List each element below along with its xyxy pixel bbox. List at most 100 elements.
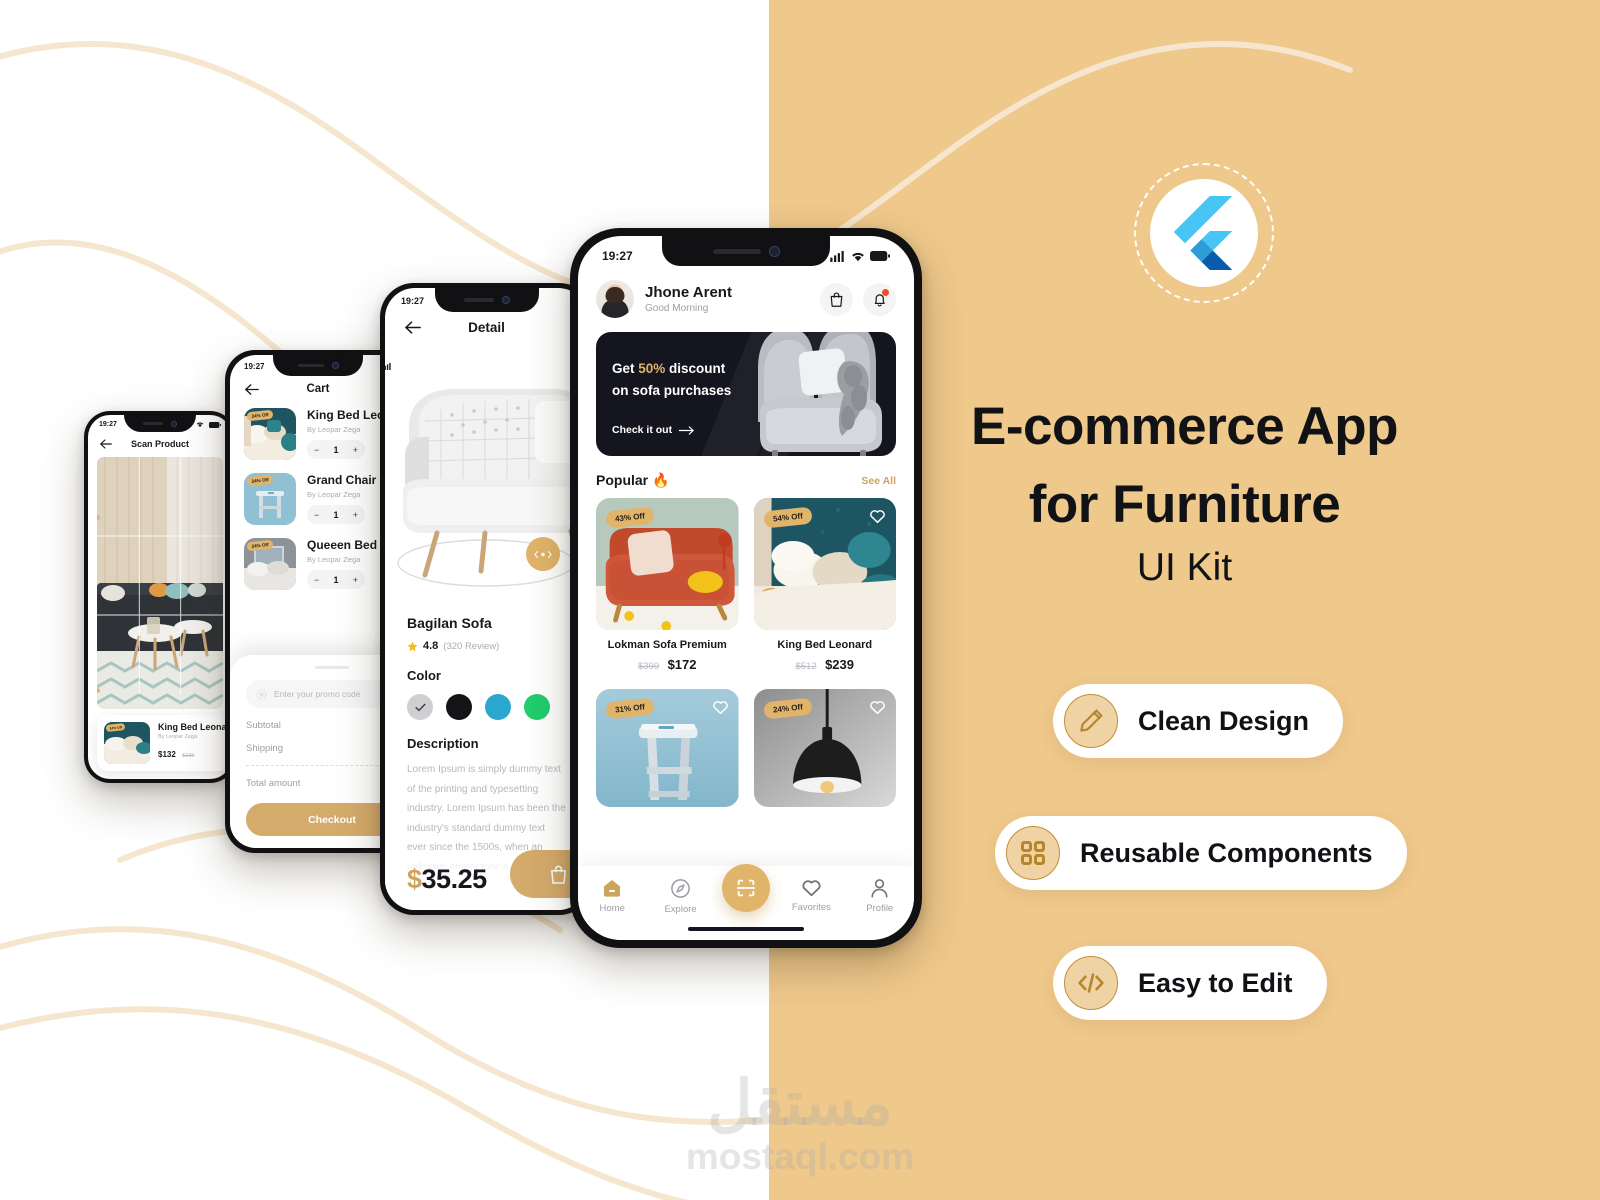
- front-camera: [768, 245, 780, 257]
- code-brackets-icon: [1078, 973, 1104, 993]
- popular-title-text: Popular: [596, 472, 649, 488]
- rotate-360-button[interactable]: [526, 537, 560, 571]
- cart-item-thumb: 24% Off: [244, 408, 296, 460]
- qty-plus-button[interactable]: +: [353, 510, 358, 520]
- qty-plus-button[interactable]: +: [353, 575, 358, 585]
- grid-squares-icon-wrap: [1006, 826, 1060, 880]
- speaker-grille: [297, 363, 324, 368]
- feature-pill-easy-to-edit[interactable]: Easy to Edit: [1053, 946, 1327, 1020]
- promo-line1-pre: Get: [612, 361, 639, 376]
- scan-page-title: Scan Product: [130, 439, 189, 449]
- product-price: $399 $172: [596, 656, 739, 674]
- product-price: $512 $239: [754, 656, 897, 674]
- page-title: E-commerce App for Furniture: [769, 388, 1600, 545]
- qty-plus-button[interactable]: +: [353, 445, 358, 455]
- phone-scan-product: 19:27 Scan Product 24% Off King Bed Leon…: [84, 411, 236, 783]
- scan-result-brand: By Leopar Zega: [158, 734, 198, 740]
- cart-bag-button[interactable]: [820, 282, 853, 316]
- phone-mockup-stage: 19:27 Scan Product 24% Off King Bed Leon…: [0, 0, 1600, 1200]
- front-camera: [171, 420, 177, 427]
- promo-text: Get 50% discount on sofa purchases: [612, 358, 731, 402]
- ticket-percent-icon: [256, 689, 267, 699]
- product-thumb: 43% Off: [596, 498, 739, 630]
- tab-favorites[interactable]: Favorites: [784, 878, 838, 913]
- favorite-heart-icon[interactable]: [712, 699, 729, 715]
- cart-item-thumb: 24% Off: [244, 473, 296, 525]
- feature-pill-label: Reusable Components: [1080, 837, 1373, 868]
- cart-item-name: Grand Chair: [307, 473, 377, 487]
- scan-result-card[interactable]: 24% Off King Bed Leonard By Leopar Zega …: [97, 715, 232, 771]
- speaker-grille: [712, 248, 761, 254]
- cart-qty-stepper[interactable]: − 1 +: [307, 570, 365, 589]
- tab-explore-label: Explore: [664, 904, 697, 915]
- product-card[interactable]: 43% Off Lokman Sofa Premium $399 $172: [596, 498, 739, 674]
- battery-icon: [870, 251, 890, 261]
- detail-rating: 4.8 (320 Review): [385, 631, 588, 652]
- product-name: King Bed Leonard: [777, 639, 873, 651]
- notification-dot: [882, 288, 889, 296]
- tab-profile-label: Profile: [866, 903, 894, 914]
- detail-price: $35.25: [407, 864, 487, 895]
- notch: [434, 288, 539, 312]
- qty-minus-button[interactable]: −: [314, 575, 319, 585]
- favorite-heart-icon[interactable]: [869, 699, 886, 715]
- cart-item-brand: By Leopar Zega: [307, 490, 361, 499]
- front-camera: [331, 362, 339, 369]
- signal-icon: [382, 363, 391, 370]
- page-subtitle: UI Kit: [1136, 546, 1233, 589]
- feature-pill-clean-design[interactable]: Clean Design: [1053, 684, 1344, 758]
- detail-hero: [385, 335, 588, 615]
- home-header: Jhone Arent Good Morning: [578, 280, 914, 318]
- heart-icon: [802, 880, 821, 897]
- qty-minus-button[interactable]: −: [314, 445, 319, 455]
- wifi-icon: [852, 252, 864, 261]
- status-time: 19:27: [244, 362, 265, 371]
- cart-page-title: Cart: [306, 383, 330, 395]
- sheet-grab-handle[interactable]: [315, 666, 349, 669]
- headline-line-1: E-commerce App: [971, 397, 1398, 456]
- avatar[interactable]: [596, 280, 634, 318]
- cart-qty-stepper[interactable]: − 1 +: [307, 505, 365, 524]
- scan-screen: 19:27 Scan Product 24% Off King Bed Leon…: [88, 415, 232, 779]
- feature-pill-reusable-components[interactable]: Reusable Components: [995, 816, 1407, 890]
- qty-value: 1: [333, 574, 339, 585]
- camera-viewfinder[interactable]: [97, 457, 223, 709]
- feature-pill-label: Clean Design: [1138, 705, 1310, 736]
- tab-profile[interactable]: Profile: [853, 878, 907, 914]
- qty-value: 1: [333, 444, 339, 455]
- rating-count: (320 Review): [443, 640, 500, 652]
- phone-detail: 19:27 Detail Bagilan Sofa 4.8 (320 Revie…: [380, 283, 593, 915]
- watermark-latin: mostaql.com: [685, 1136, 915, 1177]
- promo-cta-label: Check it out: [612, 424, 673, 436]
- cart-qty-stepper[interactable]: − 1 +: [307, 440, 365, 459]
- fire-icon: 🔥: [652, 472, 670, 488]
- cart-item-thumb: 24% Off: [244, 538, 296, 590]
- tab-home[interactable]: Home: [585, 878, 639, 914]
- check-icon: [414, 703, 426, 711]
- qty-minus-button[interactable]: −: [314, 510, 319, 520]
- promo-cta-link[interactable]: Check it out: [612, 424, 695, 436]
- user-name: Jhone Arent: [645, 283, 732, 301]
- tab-scan-fab[interactable]: [721, 864, 770, 912]
- star-icon: [407, 641, 418, 651]
- promo-line-2: on sofa purchases: [612, 382, 732, 398]
- color-swatch-green[interactable]: [524, 694, 550, 720]
- product-card[interactable]: 31% Off: [596, 689, 739, 807]
- color-swatch-blue[interactable]: [485, 694, 511, 720]
- greeting-text: Good Morning: [645, 303, 709, 315]
- code-brackets-icon-wrap: [1064, 956, 1118, 1010]
- notifications-button[interactable]: [863, 282, 896, 316]
- product-old-price: $512: [795, 661, 817, 672]
- product-card[interactable]: 24% Off: [753, 689, 896, 807]
- tab-explore[interactable]: Explore: [654, 878, 708, 915]
- status-icons: [382, 363, 392, 370]
- status-time: 19:27: [401, 296, 425, 306]
- scan-icon: [736, 879, 756, 897]
- color-swatch-black[interactable]: [446, 694, 472, 720]
- flutter-logo-badge: [1134, 163, 1274, 303]
- tab-home-label: Home: [599, 903, 625, 914]
- product-new-price: $172: [667, 657, 697, 672]
- color-swatch-grey-selected[interactable]: [407, 694, 433, 720]
- rotate-360-icon: [534, 550, 552, 558]
- speaker-grille: [463, 298, 494, 302]
